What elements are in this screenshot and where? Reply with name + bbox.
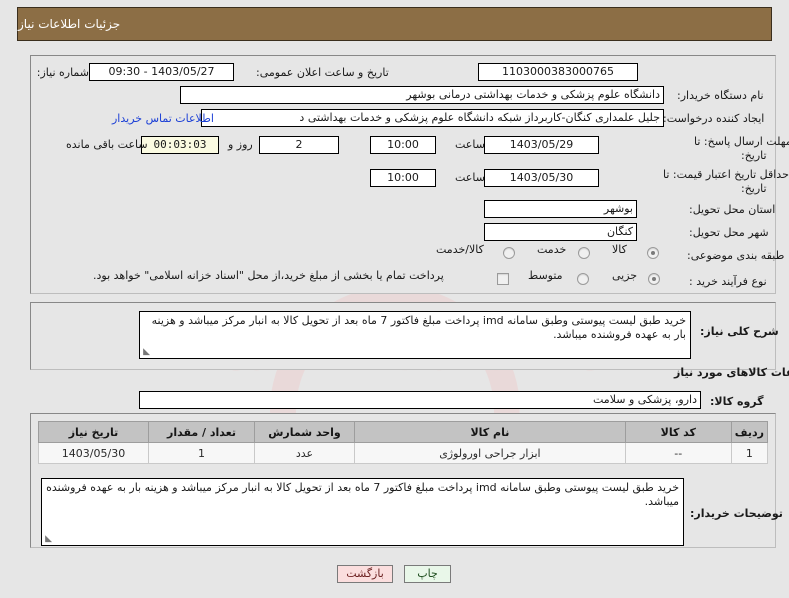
creator-label: ایجاد کننده درخواست: — [663, 112, 765, 125]
radio-subject-khedmat-label: خدمت — [537, 243, 567, 256]
goods-table: ردیف کد کالا نام کالا واحد شمارش تعداد /… — [38, 421, 769, 464]
goods-section-heading: اطلاعات کالاهای مورد نیاز — [674, 366, 789, 379]
reply-deadline-label-line1: مهلت ارسال پاسخ: تا — [694, 135, 789, 148]
col-unit: واحد شمارش — [254, 421, 355, 443]
price-validity-date-field[interactable]: 1403/05/30 — [484, 169, 599, 187]
cell-code: -- — [624, 442, 732, 464]
treasury-docs-checkbox[interactable] — [497, 273, 509, 285]
col-radif: ردیف — [730, 421, 769, 443]
buyer-org-field[interactable]: دانشگاه علوم پزشکی و خدمات بهداشتی درمان… — [180, 86, 664, 104]
radio-process-jozei[interactable] — [648, 273, 660, 285]
reply-deadline-hour-field[interactable]: 10:00 — [370, 136, 436, 154]
cell-quantity: 1 — [148, 442, 255, 464]
cell-radif: 1 — [730, 442, 769, 464]
radio-subject-khedmat[interactable] — [578, 247, 590, 259]
page-title: جزئیات اطلاعات نیاز — [18, 17, 121, 31]
radio-subject-kala-khedmat[interactable] — [503, 247, 515, 259]
buyer-contact-link[interactable]: اطلاعات تماس خریدار — [112, 110, 214, 128]
province-label: استان محل تحویل: — [689, 203, 776, 216]
announce-date-label: تاریخ و ساعت اعلان عمومی: — [256, 66, 389, 79]
reply-deadline-timer-suffix: ساعت باقی مانده — [66, 138, 148, 151]
reply-deadline-days-suffix: روز و — [228, 138, 253, 151]
treasury-docs-checkbox-label: پرداخت تمام یا بخشی از مبلغ خرید،از محل … — [93, 269, 444, 282]
purchase-process-label: نوع فرآیند خرید : — [689, 275, 767, 288]
col-code: کد کالا — [624, 421, 732, 443]
radio-process-motavaset-label: متوسط — [528, 269, 563, 282]
goods-group-field[interactable]: دارو، پزشکی و سلامت — [139, 391, 701, 409]
buyer-notes-textarea[interactable]: خرید طبق لیست پیوستی وطبق سامانه imd پرد… — [41, 478, 684, 546]
reply-deadline-countdown: 00:03:03 — [141, 136, 219, 154]
back-button[interactable]: بازگشت — [337, 565, 393, 583]
city-label: شهر محل تحویل: — [689, 226, 769, 239]
description-label: شرح کلی نیاز: — [700, 325, 779, 338]
price-validity-label-line1: حداقل تاریخ اعتبار قیمت: تا — [663, 168, 789, 181]
page-header: جزئیات اطلاعات نیاز — [17, 7, 772, 41]
announce-date-field[interactable]: 1403/05/27 - 09:30 — [89, 63, 234, 81]
cell-unit: عدد — [254, 442, 355, 464]
province-field[interactable]: بوشهر — [484, 200, 637, 218]
cell-need-date: 1403/05/30 — [38, 442, 149, 464]
creator-field[interactable]: جلیل علمداری کنگان-کاربرداز شبکه دانشگاه… — [201, 109, 664, 127]
subject-class-label: طبقه بندی موضوعی: — [687, 249, 785, 262]
price-validity-label-line2: تاریخ: — [741, 182, 767, 195]
radio-process-jozei-label: جزیی — [612, 269, 638, 282]
need-number-field[interactable]: 1103000383000765 — [478, 63, 638, 81]
col-name: نام کالا — [354, 421, 626, 443]
city-field[interactable]: کنگان — [484, 223, 637, 241]
reply-deadline-date-field[interactable]: 1403/05/29 — [484, 136, 599, 154]
buyer-notes-label: توضیحات خریدار: — [690, 507, 783, 520]
resize-grip-icon-notes[interactable]: ◣ — [43, 535, 52, 544]
resize-grip-icon[interactable]: ◣ — [141, 348, 150, 357]
table-row[interactable]: 1 -- ابزار جراحی اورولوژی عدد 1 1403/05/… — [38, 442, 769, 464]
cell-name: ابزار جراحی اورولوژی — [354, 442, 626, 464]
print-button[interactable]: چاپ — [404, 565, 451, 583]
buyer-org-label: نام دستگاه خریدار: — [677, 89, 764, 102]
description-textarea[interactable]: خرید طبق لیست پیوستی وطبق سامانه imd پرد… — [139, 311, 691, 359]
radio-process-motavaset[interactable] — [577, 273, 589, 285]
reply-deadline-days-field[interactable]: 2 — [259, 136, 339, 154]
buyer-notes-text: خرید طبق لیست پیوستی وطبق سامانه imd پرد… — [46, 481, 679, 508]
radio-subject-kala-khedmat-label: کالا/خدمت — [436, 243, 484, 256]
radio-subject-kala-label: کالا — [612, 243, 627, 256]
col-need-date: تاریخ نیاز — [38, 421, 149, 443]
col-quantity: تعداد / مقدار — [148, 421, 255, 443]
table-header-row: ردیف کد کالا نام کالا واحد شمارش تعداد /… — [38, 421, 769, 443]
description-text: خرید طبق لیست پیوستی وطبق سامانه imd پرد… — [151, 314, 686, 341]
goods-group-label: گروه کالا: — [710, 395, 764, 408]
reply-deadline-hour-label: ساعت — [455, 138, 485, 151]
need-number-label: شماره نیاز: — [36, 66, 89, 79]
radio-subject-kala[interactable] — [647, 247, 659, 259]
reply-deadline-label-line2: تاریخ: — [741, 149, 767, 162]
page-root: جزئیات اطلاعات نیاز rtalemdar.net شماره … — [0, 0, 789, 598]
price-validity-hour-label: ساعت — [455, 171, 485, 184]
price-validity-hour-field[interactable]: 10:00 — [370, 169, 436, 187]
